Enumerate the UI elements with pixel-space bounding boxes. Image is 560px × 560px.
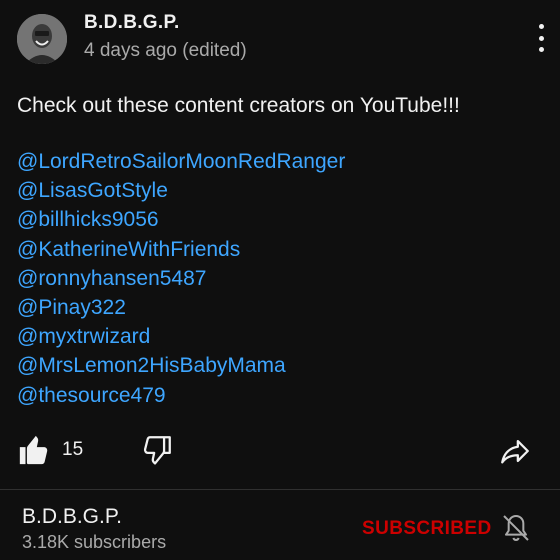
channel-name[interactable]: B.D.B.G.P. bbox=[22, 505, 122, 529]
thumbs-down-outline-icon bbox=[143, 436, 171, 465]
mention-link[interactable]: @billhicks9056 bbox=[17, 205, 547, 234]
bell-off-icon bbox=[503, 515, 529, 542]
dislike-button[interactable] bbox=[140, 433, 174, 467]
mention-link[interactable]: @myxtrwizard bbox=[17, 322, 547, 351]
mention-link[interactable]: @Pinay322 bbox=[17, 293, 547, 322]
share-arrow-icon bbox=[501, 439, 529, 464]
comment-page: B.D.B.G.P. 4 days ago (edited) Check out… bbox=[0, 0, 560, 560]
mention-link[interactable]: @thesource479 bbox=[17, 381, 547, 410]
mention-link[interactable]: @LisasGotStyle bbox=[17, 176, 547, 205]
mention-link[interactable]: @KatherineWithFriends bbox=[17, 235, 547, 264]
mention-list: @LordRetroSailorMoonRedRanger @LisasGotS… bbox=[17, 147, 547, 410]
like-button[interactable] bbox=[17, 433, 51, 467]
thumbs-up-filled-icon bbox=[19, 435, 48, 465]
subscriber-count: 3.18K subscribers bbox=[22, 532, 167, 552]
comment-author[interactable]: B.D.B.G.P. bbox=[84, 12, 180, 34]
kebab-dot bbox=[538, 47, 544, 52]
comment-timestamp: 4 days ago (edited) bbox=[84, 40, 247, 61]
avatar-image bbox=[17, 14, 67, 64]
kebab-dot bbox=[538, 35, 544, 41]
share-button[interactable] bbox=[498, 434, 532, 468]
like-count: 15 bbox=[62, 439, 84, 460]
more-vert-icon[interactable] bbox=[536, 24, 546, 52]
mention-link[interactable]: @LordRetroSailorMoonRedRanger bbox=[17, 147, 547, 176]
avatar[interactable] bbox=[17, 14, 67, 64]
divider bbox=[0, 489, 560, 490]
notifications-button[interactable] bbox=[500, 512, 532, 544]
kebab-dot bbox=[538, 24, 544, 29]
comment-text: Check out these content creators on YouT… bbox=[17, 94, 460, 117]
subscribed-button[interactable]: SUBSCRIBED bbox=[362, 518, 492, 540]
mention-link[interactable]: @MrsLemon2HisBabyMama bbox=[17, 351, 547, 380]
comment-actions: 15 bbox=[0, 428, 560, 472]
mention-link[interactable]: @ronnyhansen5487 bbox=[17, 264, 547, 293]
